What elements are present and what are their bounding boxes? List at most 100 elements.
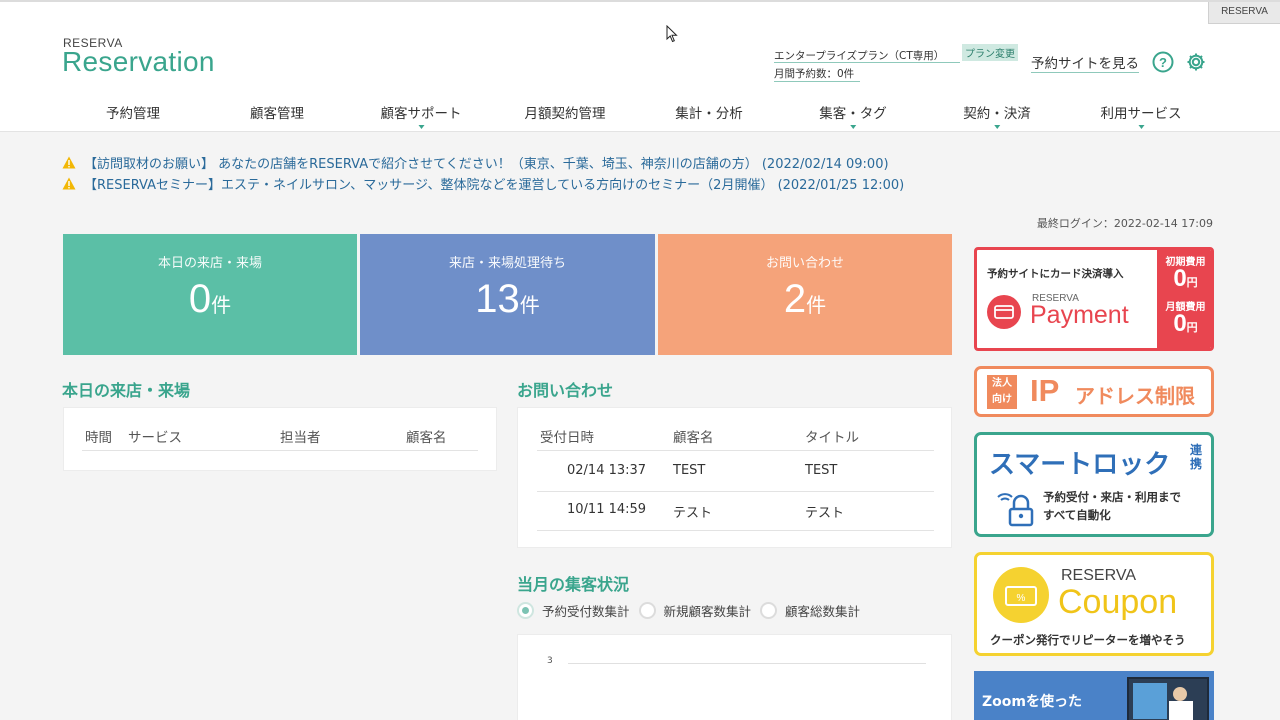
cell-title: テスト xyxy=(805,506,845,521)
radio-option[interactable]: 顧客総数集計 xyxy=(760,601,860,620)
fee1-unit: 円 xyxy=(1186,276,1198,289)
zoom-screen-image xyxy=(1127,677,1209,720)
stat-unit: 件 xyxy=(806,295,827,317)
nav-item-label: 集客・タグ xyxy=(819,106,887,122)
radio-label: 予約受付数集計 xyxy=(542,604,630,619)
nav-item[interactable]: 月額契約管理 xyxy=(525,102,606,122)
lock-icon xyxy=(997,493,1034,527)
stat-value: 0 xyxy=(188,277,212,321)
caret-down-icon xyxy=(994,125,1000,129)
last-login: 最終ログイン：2022-02-14 17:09 xyxy=(1036,217,1213,230)
divider xyxy=(537,450,934,451)
plan-change-button[interactable]: プラン変更 xyxy=(962,44,1018,61)
col-received-at: 受付日時 xyxy=(540,430,594,446)
smartlock-title: スマートロック xyxy=(989,450,1171,480)
warning-icon xyxy=(62,156,76,169)
ip-tag-line1: 法人 xyxy=(992,378,1012,389)
radio-option[interactable]: 予約受付数集計 xyxy=(517,601,630,620)
fee2-unit: 円 xyxy=(1186,321,1198,334)
divider xyxy=(82,450,478,451)
radio-label: 新規顧客数集計 xyxy=(663,604,752,619)
smartlock-line2: すべて自動化 xyxy=(1043,508,1111,522)
nav-item[interactable]: 利用サービス xyxy=(1100,102,1182,129)
cell-received-at: 10/11 14:59 xyxy=(567,502,647,517)
caret-down-icon xyxy=(1138,125,1144,129)
monthly-reservation-count: 月間予約数：0件 xyxy=(774,66,860,82)
stat-today-visits[interactable]: 本日の来店・来場 0件 xyxy=(63,234,357,355)
stat-unit: 件 xyxy=(211,295,232,317)
coupon-name: Coupon xyxy=(1058,583,1178,621)
radio-label: 顧客総数集計 xyxy=(785,604,861,619)
smartlock-line1: 予約受付・来店・利用まで xyxy=(1043,490,1181,504)
col-title: タイトル xyxy=(805,430,859,446)
radio-option[interactable]: 新規顧客数集計 xyxy=(638,601,752,620)
monthly-options: 予約受付数集計 新規顧客数集計 顧客総数集計 xyxy=(517,601,869,620)
nav-item[interactable]: 顧客管理 xyxy=(250,102,304,122)
stat-value: 2 xyxy=(783,277,807,321)
card-icon xyxy=(987,295,1021,329)
stat-inquiries[interactable]: お問い合わせ 2件 xyxy=(658,234,952,355)
nav-item-label: 顧客管理 xyxy=(250,106,304,122)
inquiries-panel: 受付日時 顧客名 タイトル 02/14 13:37 TEST TEST 10/1… xyxy=(517,407,952,548)
nav-item[interactable]: 契約・決済 xyxy=(963,102,1031,129)
col-time: 時間 xyxy=(85,430,112,446)
notice-text: 【RESERVAセミナー】エステ・ネイルサロン、マッサージ、整体院などを運営して… xyxy=(84,178,905,193)
brand-logo[interactable]: Reservation xyxy=(62,46,215,78)
ip-tag-line2: 向け xyxy=(992,394,1012,405)
header: RESERVA Reservation エンタープライズプラン（CT専用） プラン… xyxy=(0,2,1280,132)
radio-unchecked-icon xyxy=(638,602,656,619)
radio-unchecked-icon xyxy=(760,602,778,619)
nav-item[interactable]: 集客・タグ xyxy=(819,102,887,129)
ip-corp-tag: 法人 向け xyxy=(987,375,1017,409)
nav-item-label: 予約管理 xyxy=(106,106,160,122)
notice-item[interactable]: 【訪問取材のお願い】 あなたの店舗をRESERVAで紹介させてください！（東京、… xyxy=(62,152,904,173)
coupon-banner[interactable]: % RESERVA Coupon クーポン発行でリピーターを増やそう xyxy=(974,552,1214,656)
nav-item[interactable]: 集計・分析 xyxy=(675,102,743,122)
stat-pending-visits[interactable]: 来店・来場処理待ち 13件 xyxy=(360,234,655,355)
radio-checked-icon xyxy=(517,602,534,619)
cell-title: TEST xyxy=(805,463,838,478)
payment-fees: 初期費用 0円 月額費用 0円 xyxy=(1157,250,1211,348)
nav-item-label: 契約・決済 xyxy=(963,106,1031,122)
col-service: サービス xyxy=(128,430,182,446)
notice-item[interactable]: 【RESERVAセミナー】エステ・ネイルサロン、マッサージ、整体院などを運営して… xyxy=(62,173,904,194)
svg-text:%: % xyxy=(1017,593,1026,604)
stat-value: 13 xyxy=(475,277,520,321)
help-icon[interactable]: ? xyxy=(1152,51,1174,73)
warning-icon xyxy=(62,177,76,190)
inquiries-title: お問い合わせ xyxy=(517,381,614,400)
gridline xyxy=(568,663,926,664)
plan-info: エンタープライズプラン（CT専用） プラン変更 月間予約数：0件 xyxy=(774,44,1018,82)
nav-item[interactable]: 予約管理 xyxy=(106,102,160,122)
coupon-icon: % xyxy=(993,567,1049,623)
main-nav: 予約管理 顧客管理 顧客サポート 月額契約管理 集計・分析 集客・タグ 契約・決済 利用サービ… xyxy=(62,102,1212,130)
nav-item-label: 集計・分析 xyxy=(675,106,743,122)
gear-icon[interactable] xyxy=(1185,51,1207,73)
nav-item[interactable]: 顧客サポート xyxy=(380,102,462,129)
fee2-value: 0 xyxy=(1173,310,1187,337)
cell-received-at: 02/14 13:37 xyxy=(567,463,647,478)
top-right-tab[interactable]: RESERVA xyxy=(1208,2,1280,24)
ip-restriction-banner[interactable]: 法人 向け IP アドレス制限 xyxy=(974,366,1214,417)
plan-name[interactable]: エンタープライズプラン（CT専用） xyxy=(774,48,960,63)
smartlock-banner[interactable]: スマートロック 連携 予約受付・来店・利用まで すべて自動化 xyxy=(974,432,1214,537)
caret-down-icon xyxy=(850,125,856,129)
y-tick: 3 xyxy=(547,656,553,666)
coupon-caption: クーポン発行でリピーターを増やそう xyxy=(990,633,1186,647)
col-customer: 顧客名 xyxy=(406,430,447,446)
nav-item-label: 利用サービス xyxy=(1100,106,1182,122)
cell-customer: TEST xyxy=(673,463,706,478)
zoom-banner[interactable]: Zoomを使った xyxy=(974,671,1214,720)
view-site-link[interactable]: 予約サイトを見る xyxy=(1031,52,1139,73)
monthly-chart-panel: 3 xyxy=(517,634,952,720)
payment-headline: 予約サイトにカード決済導入 xyxy=(987,268,1124,280)
nav-item-label: 顧客サポート xyxy=(380,106,462,122)
svg-text:?: ? xyxy=(1159,55,1167,70)
stat-unit: 件 xyxy=(519,295,540,317)
ip-rest: アドレス制限 xyxy=(1075,384,1195,408)
payment-name: Payment xyxy=(1030,301,1129,329)
col-customer: 顧客名 xyxy=(673,430,714,446)
payment-banner[interactable]: 予約サイトにカード決済導入 RESERVA Payment 初期費用 0円 月額… xyxy=(974,247,1214,351)
notice-text: 【訪問取材のお願い】 あなたの店舗をRESERVAで紹介させてください！（東京、… xyxy=(84,157,889,172)
col-staff: 担当者 xyxy=(280,430,321,446)
